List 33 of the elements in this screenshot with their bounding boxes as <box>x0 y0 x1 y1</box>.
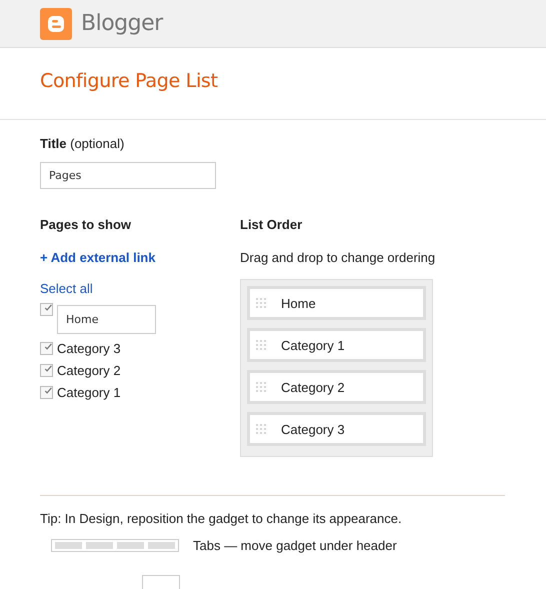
order-item[interactable]: Category 1 <box>247 328 426 362</box>
page-name-input[interactable]: Home <box>57 305 156 334</box>
title-input[interactable]: Pages <box>40 162 216 189</box>
checkbox[interactable] <box>40 386 53 399</box>
list-layout-thumbnail <box>142 575 180 589</box>
select-all-link[interactable]: Select all <box>40 281 93 297</box>
drag-handle-icon[interactable] <box>256 340 267 350</box>
logo-text: Blogger <box>81 11 163 36</box>
order-item[interactable]: Home <box>247 286 426 320</box>
page-label: Category 1 <box>57 385 121 400</box>
page-label: Category 3 <box>57 341 121 356</box>
drag-handle-icon[interactable] <box>256 424 267 434</box>
checkbox[interactable] <box>40 303 53 316</box>
list-order-heading: List Order <box>240 217 302 233</box>
drag-hint: Drag and drop to change ordering <box>240 250 436 265</box>
checkbox[interactable] <box>40 364 53 377</box>
page-label: Category 2 <box>57 363 121 378</box>
check-icon <box>44 384 52 396</box>
check-icon <box>44 302 52 314</box>
add-link[interactable]: + Add external link <box>40 250 156 266</box>
checkbox[interactable] <box>40 342 53 355</box>
check-icon <box>44 340 52 352</box>
order-item[interactable]: Category 3 <box>247 412 426 446</box>
order-item[interactable]: Category 2 <box>247 370 426 404</box>
option-label: Tabs — move gadget under header <box>193 538 397 553</box>
title-label: Title (optional) <box>40 136 126 152</box>
tip-text: Tip: In Design, reposition the gadget to change its appearance. <box>40 511 403 526</box>
page-title: Configure Page List <box>39 69 219 94</box>
check-icon <box>44 362 52 374</box>
pages-heading: Pages to show <box>40 217 132 233</box>
blogger-logo-icon <box>40 8 72 40</box>
drag-handle-icon[interactable] <box>256 298 267 308</box>
drag-handle-icon[interactable] <box>256 382 267 392</box>
